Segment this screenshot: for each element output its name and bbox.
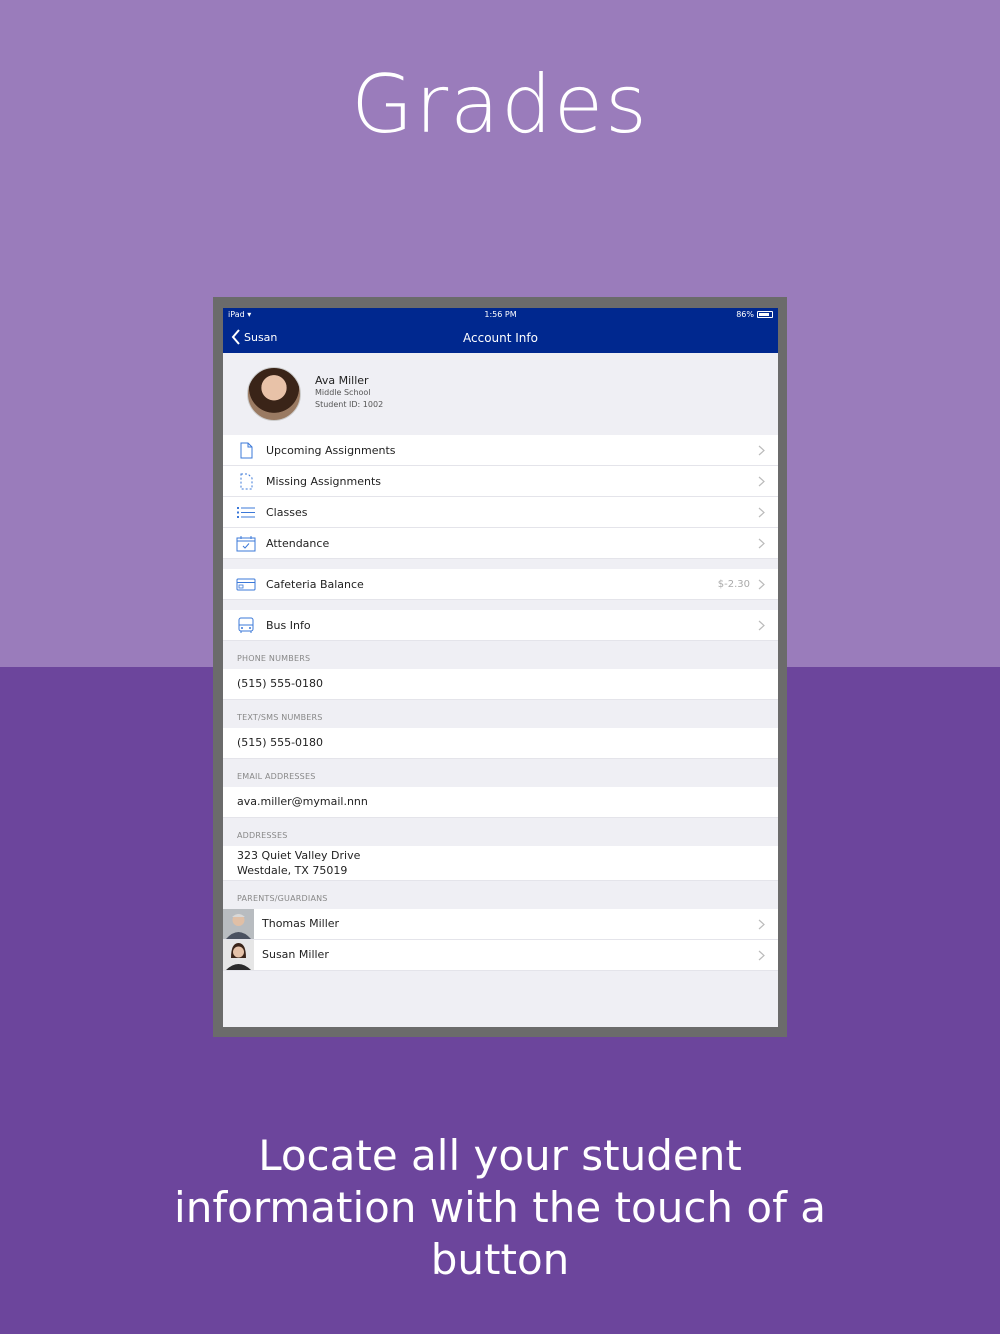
student-name: Ava Miller [315,374,369,387]
cafeteria-balance-value: $-2.30 [717,578,750,590]
section-header-guardians: PARENTS/GUARDIANS [237,894,328,903]
battery-status: 86% [736,310,773,319]
menu-label: Upcoming Assignments [266,443,396,457]
battery-icon [757,311,773,318]
device-screen: iPad ▾ 1:56 PM 86% Susan Account Info Av… [223,308,778,1027]
phone-number[interactable]: (515) 555-0180 [223,669,778,700]
section-header-sms: TEXT/SMS NUMBERS [237,713,323,722]
chevron-right-icon [758,476,765,487]
student-id: Student ID: 1002 [315,400,384,409]
device-frame: iPad ▾ 1:56 PM 86% Susan Account Info Av… [213,297,787,1037]
student-school: Middle School [315,388,371,397]
page-title: Account Info [463,331,538,345]
menu-label: Missing Assignments [266,474,382,488]
email-address[interactable]: ava.miller@mymail.nnn [223,787,778,818]
guardian-avatar [223,909,254,939]
headline: Grades [351,58,649,151]
menu-label: Bus Info [266,618,311,632]
menu-item-cafeteria-balance[interactable]: Cafeteria Balance $-2.30 [223,569,778,600]
menu-label: Classes [266,505,308,519]
guardian-name: Susan Miller [262,948,329,961]
student-profile: Ava Miller Middle School Student ID: 100… [223,353,778,435]
menu-label: Cafeteria Balance [266,577,364,591]
avatar [247,367,301,421]
menu-item-classes[interactable]: Classes [223,497,778,528]
bus-icon [238,617,254,633]
calendar-check-icon [236,536,256,552]
section-header-email: EMAIL ADDRESSES [237,772,316,781]
document-icon [240,442,253,459]
menu-label: Attendance [266,536,330,550]
chevron-right-icon [758,445,765,456]
card-icon [236,578,256,591]
section-header-addresses: ADDRESSES [237,831,288,840]
menu-item-bus-info[interactable]: Bus Info [223,610,778,641]
menu-item-missing-assignments[interactable]: Missing Assignments [223,466,778,497]
sms-number[interactable]: (515) 555-0180 [223,728,778,759]
chevron-right-icon [758,620,765,631]
chevron-right-icon [758,538,765,549]
chevron-right-icon [758,950,765,961]
chevron-right-icon [758,919,765,930]
guardian-item-susan-miller[interactable]: Susan Miller [223,940,778,971]
guardian-name: Thomas Miller [262,917,340,930]
list-icon [237,507,255,518]
status-time: 1:56 PM [484,310,517,319]
menu-item-upcoming-assignments[interactable]: Upcoming Assignments [223,435,778,466]
chevron-right-icon [758,579,765,590]
guardian-item-thomas-miller[interactable]: Thomas Miller [223,909,778,940]
address-line-1: 323 Quiet Valley Drive [237,849,361,862]
guardian-avatar [223,940,254,970]
section-header-phone: PHONE NUMBERS [237,654,311,663]
chevron-right-icon [758,507,765,518]
dashed-document-icon [240,473,253,490]
status-bar: iPad ▾ 1:56 PM 86% [223,308,778,322]
address[interactable]: 323 Quiet Valley Drive Westdale, TX 7501… [223,846,778,881]
battery-percent: 86% [736,310,754,319]
menu-item-attendance[interactable]: Attendance [223,528,778,559]
nav-bar: Susan Account Info [223,322,778,353]
tagline: Locate all your student information with… [174,1131,826,1284]
address-line-2: Westdale, TX 75019 [237,864,348,877]
